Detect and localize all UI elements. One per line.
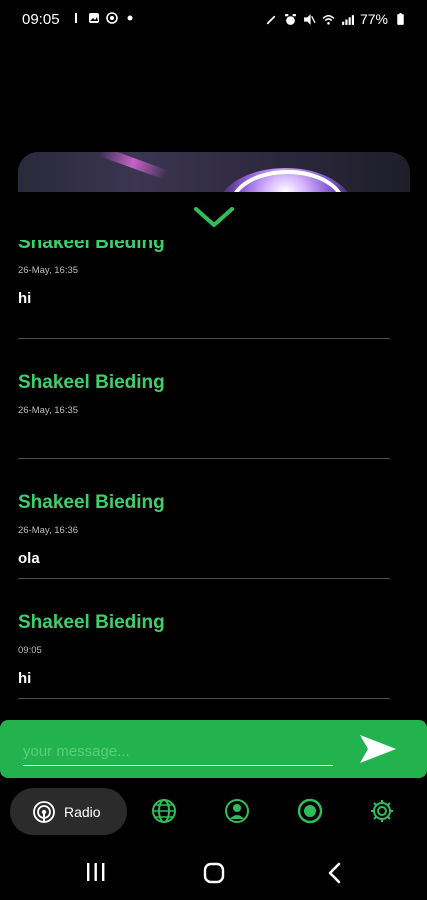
- status-bar: 09:05 77%: [0, 0, 427, 40]
- gallery-icon: [89, 13, 99, 23]
- recents-icon[interactable]: [85, 862, 107, 882]
- divider: [18, 698, 390, 699]
- now-playing-artwork: [18, 152, 410, 192]
- signal-icon: [342, 14, 354, 25]
- record-icon[interactable]: [297, 798, 323, 824]
- message-sender: Shakeel Bieding: [18, 240, 165, 253]
- mute-icon: [304, 13, 316, 25]
- bottom-nav: Radio: [0, 780, 427, 842]
- message-text: hi: [18, 670, 32, 687]
- battery-percent: 77%: [359, 11, 388, 27]
- message-time: 09:05: [18, 645, 42, 656]
- message-item: Shakeel Bieding 26-May, 16:36 ola: [18, 460, 390, 580]
- send-button[interactable]: [356, 732, 400, 766]
- message-composer: [0, 720, 427, 778]
- message-sender: Shakeel Bieding: [18, 492, 165, 513]
- message-text: ola: [18, 550, 40, 567]
- sim-icon: [75, 13, 77, 23]
- whatsapp-icon: [106, 12, 118, 24]
- back-icon[interactable]: [326, 862, 342, 884]
- message-sender: Shakeel Bieding: [18, 372, 165, 393]
- message-item: Shakeel Bieding 26-May, 16:35: [18, 340, 390, 460]
- status-time: 09:05: [22, 11, 60, 28]
- notification-dot-icon: [127, 15, 133, 21]
- message-text: hi: [18, 290, 32, 307]
- message-input[interactable]: [23, 738, 333, 766]
- message-time: 26-May, 16:35: [18, 405, 79, 416]
- message-item: Shakeel Bieding 26-May, 16:35 hi: [18, 240, 390, 340]
- message-item: Shakeel Bieding 09:05 hi: [18, 580, 390, 700]
- gear-icon[interactable]: [369, 798, 395, 824]
- divider: [18, 458, 390, 459]
- globe-icon[interactable]: [151, 798, 177, 824]
- wifi-icon: [322, 14, 335, 25]
- nav-radio-label: Radio: [64, 803, 101, 820]
- divider: [18, 338, 390, 339]
- alarm-icon: [285, 13, 296, 25]
- send-icon: [360, 735, 396, 763]
- chevron-down-icon[interactable]: [193, 205, 235, 229]
- message-list[interactable]: Shakeel Bieding 26-May, 16:35 hi Shakeel…: [18, 240, 390, 710]
- nav-radio-button[interactable]: Radio: [10, 788, 127, 835]
- divider: [18, 578, 390, 579]
- home-icon[interactable]: [203, 862, 225, 884]
- battery-icon: [397, 12, 404, 25]
- pen-icon: [266, 15, 276, 24]
- system-nav-bar: [0, 845, 427, 900]
- message-time: 26-May, 16:36: [18, 525, 79, 536]
- message-time: 26-May, 16:35: [18, 265, 79, 276]
- profile-icon[interactable]: [224, 798, 250, 824]
- radio-broadcast-icon: [33, 800, 55, 823]
- message-sender: Shakeel Bieding: [18, 612, 165, 633]
